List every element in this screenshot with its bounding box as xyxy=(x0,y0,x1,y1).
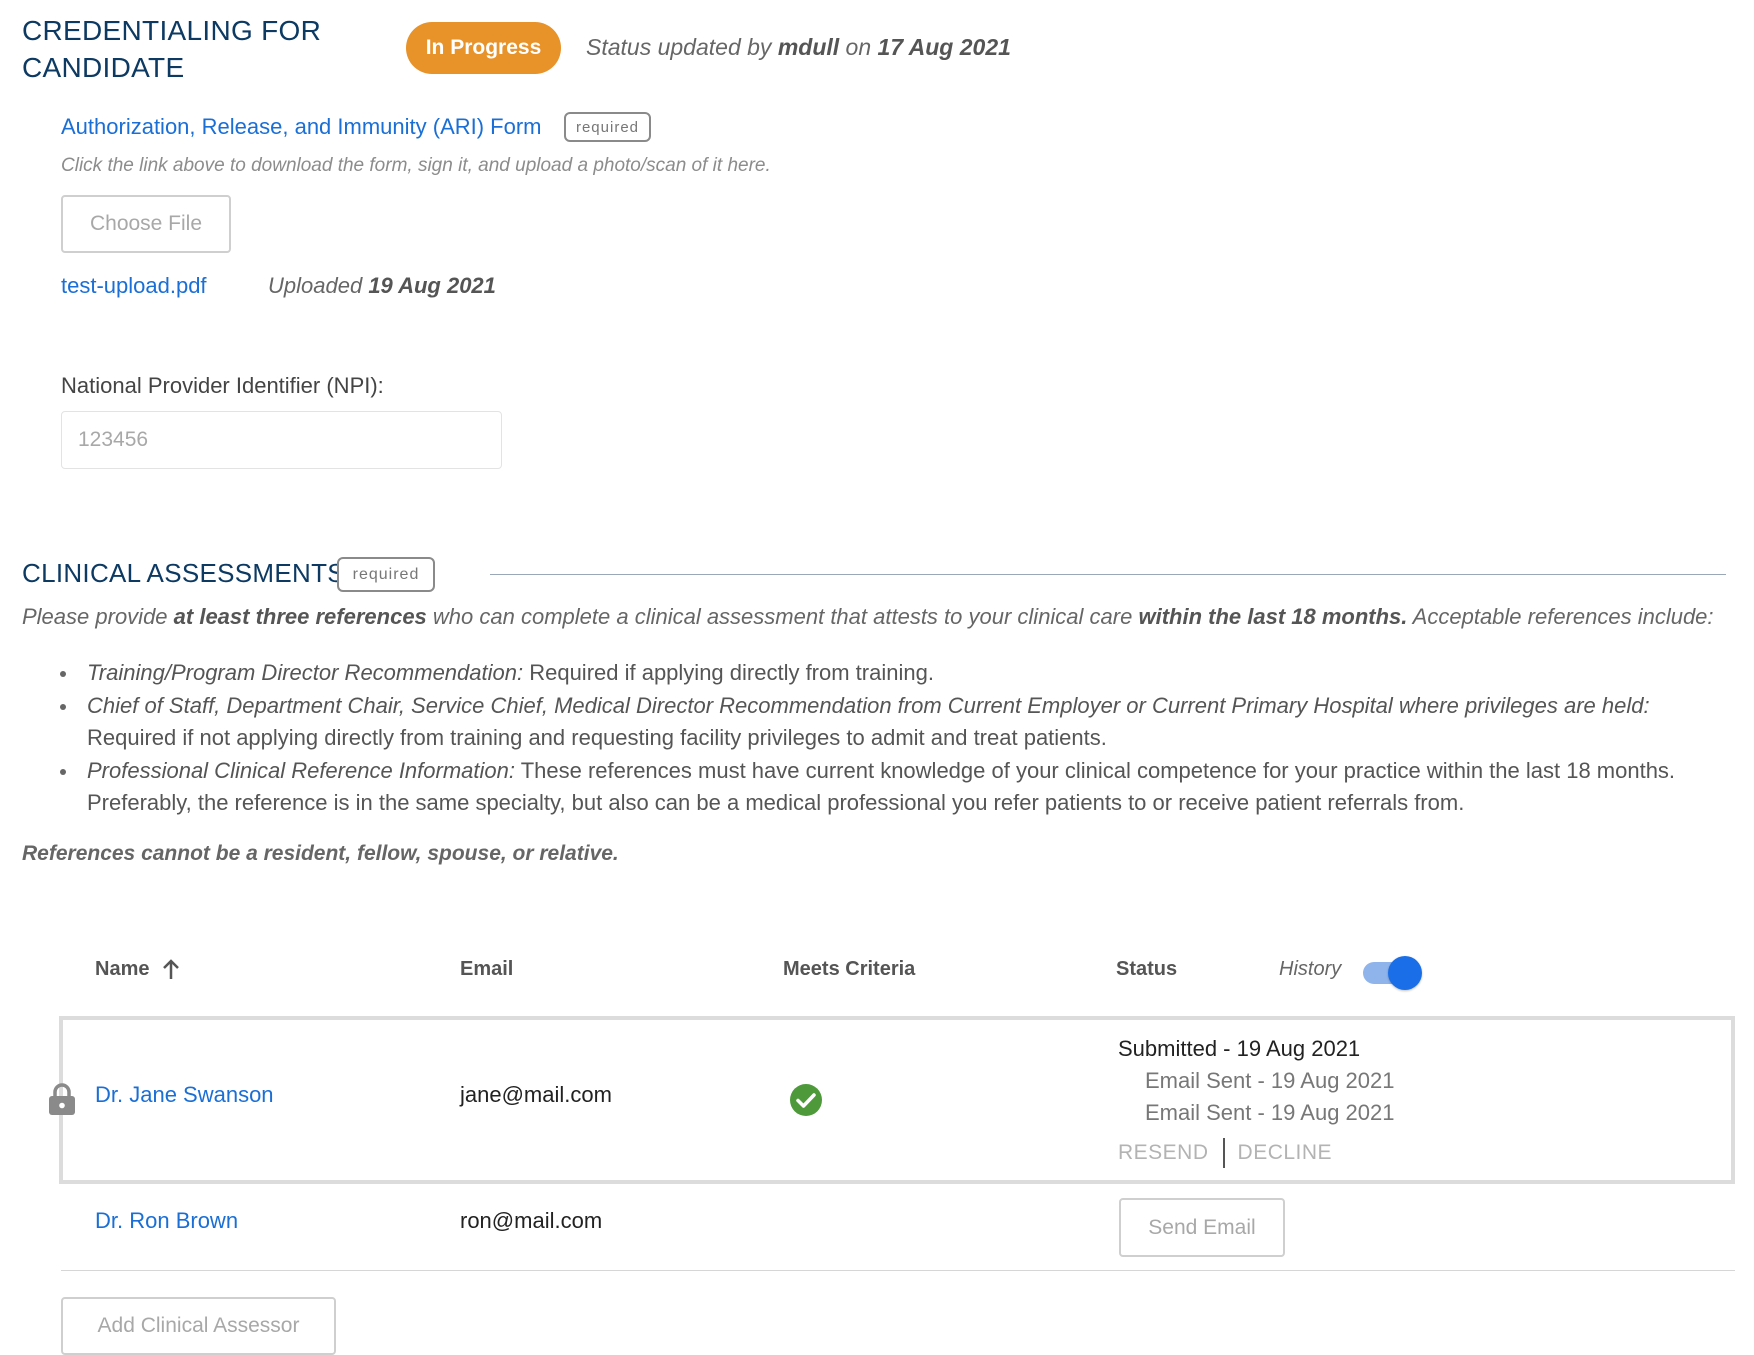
resend-link[interactable]: RESEND xyxy=(1118,1141,1209,1165)
arrow-up-icon[interactable] xyxy=(161,958,181,982)
intro-text-2: who can complete a clinical assessment t… xyxy=(426,604,1139,629)
bullet-icon xyxy=(60,703,66,710)
status-updated-text: Status updated by mdull on 17 Aug 2021 xyxy=(586,34,1011,61)
row-divider xyxy=(61,1270,1735,1271)
page-title: CREDENTIALING FOR CANDIDATE xyxy=(22,15,322,83)
uploaded-date-text: Uploaded 19 Aug 2021 xyxy=(268,273,496,299)
status-badge: In Progress xyxy=(406,22,561,74)
bullet-icon xyxy=(60,671,66,677)
list-item: Professional Clinical Reference Informat… xyxy=(60,755,1740,820)
ari-form-link[interactable]: Authorization, Release, and Immunity (AR… xyxy=(61,114,542,140)
reference-type: Training/Program Director Recommendation… xyxy=(87,660,524,685)
table-row xyxy=(59,1016,1735,1184)
list-item: Chief of Staff, Department Chair, Servic… xyxy=(60,690,1740,755)
npi-input[interactable] xyxy=(61,411,502,469)
intro-text-3: Acceptable references include: xyxy=(1407,604,1714,629)
reference-warning: References cannot be a resident, fellow,… xyxy=(22,842,619,865)
reference-email: jane@mail.com xyxy=(460,1082,612,1107)
action-divider xyxy=(1222,1138,1225,1168)
status-on: on xyxy=(845,34,872,60)
column-header-criteria: Meets Criteria xyxy=(783,958,916,980)
status-history-item: Email Sent - 19 Aug 2021 xyxy=(1145,1068,1395,1093)
status-history-item: Email Sent - 19 Aug 2021 xyxy=(1145,1100,1395,1125)
send-email-button[interactable]: Send Email xyxy=(1119,1198,1285,1257)
status-submitted: Submitted - 19 Aug 2021 xyxy=(1118,1036,1361,1061)
reference-name-link[interactable]: Dr. Ron Brown xyxy=(95,1208,238,1234)
intro-bold-2: within the last 18 months. xyxy=(1138,604,1408,629)
add-clinical-assessor-button[interactable]: Add Clinical Assessor xyxy=(61,1297,336,1355)
toggle-knob xyxy=(1388,956,1422,990)
column-header-status: Status xyxy=(1116,958,1178,980)
uploaded-prefix: Uploaded xyxy=(268,273,363,298)
intro-bold-1: at least three references xyxy=(173,604,427,629)
uploaded-file-link[interactable]: test-upload.pdf xyxy=(61,273,207,299)
reference-types-list: Training/Program Director Recommendation… xyxy=(60,657,1740,820)
npi-label: National Provider Identifier (NPI): xyxy=(61,373,384,398)
reference-type: Professional Clinical Reference Informat… xyxy=(87,757,515,783)
reference-email: ron@mail.com xyxy=(460,1208,603,1233)
reference-description: Required if not applying directly from t… xyxy=(87,725,1107,750)
choose-file-button[interactable]: Choose File xyxy=(61,195,231,253)
status-date: 17 Aug 2021 xyxy=(877,34,1011,60)
bullet-icon xyxy=(60,768,66,775)
ari-hint: Click the link above to download the for… xyxy=(61,155,771,176)
clinical-intro: Please provide at least three references… xyxy=(22,604,1732,630)
section-divider xyxy=(490,574,1726,575)
ari-required-badge: required xyxy=(564,112,651,142)
reference-name-link[interactable]: Dr. Jane Swanson xyxy=(95,1082,274,1108)
column-header-email: Email xyxy=(460,958,514,980)
reference-type: Chief of Staff, Department Chair, Servic… xyxy=(87,692,1650,718)
lock-icon xyxy=(49,1083,75,1115)
decline-link[interactable]: DECLINE xyxy=(1238,1141,1333,1165)
uploaded-date: 19 Aug 2021 xyxy=(368,273,496,298)
clinical-required-badge: required xyxy=(337,557,435,592)
column-header-name[interactable]: Name xyxy=(95,958,149,981)
list-item: Training/Program Director Recommendation… xyxy=(60,657,1740,690)
intro-text-1: Please provide xyxy=(22,604,174,629)
row-actions: RESEND DECLINE xyxy=(1118,1138,1332,1168)
reference-description: Required if applying directly from train… xyxy=(523,660,934,685)
history-label: History xyxy=(1279,958,1342,980)
check-circle-icon xyxy=(790,1084,822,1116)
status-user: mdull xyxy=(777,34,840,60)
clinical-assessments-title: CLINICAL ASSESSMENTS xyxy=(22,558,345,588)
history-toggle[interactable] xyxy=(1363,956,1423,990)
status-prefix: Status updated by xyxy=(586,34,772,60)
